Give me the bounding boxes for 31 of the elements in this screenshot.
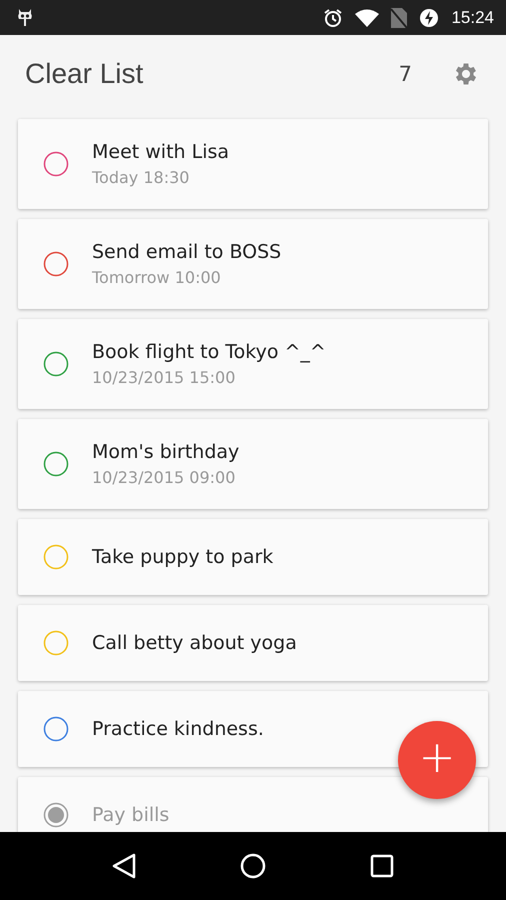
task-title: Meet with Lisa [92,141,230,163]
task-title: Call betty about yoga [92,632,297,654]
task-time: Tomorrow 10:00 [92,268,222,287]
recents-icon[interactable] [370,854,394,878]
back-icon[interactable] [112,853,136,879]
checkbox-circle-icon[interactable] [43,630,69,656]
task-title: Pay bills [92,804,170,826]
robot-icon [16,8,34,28]
checkbox-circle-icon[interactable] [43,351,69,377]
task-title: Book flight to Tokyo ^_^ [92,341,326,363]
app-title: Clear List [25,58,144,90]
task-count: 7 [398,62,412,86]
checkbox-circle-icon[interactable] [43,251,69,277]
checkbox-circle-icon[interactable] [43,544,69,570]
checkbox-circle-icon[interactable] [43,451,69,477]
task-title: Send email to BOSS [92,241,282,263]
task-title: Mom's birthday [92,441,240,463]
task-time: 10/23/2015 09:00 [92,468,236,487]
wifi-icon [355,8,380,26]
alarm-icon [323,8,344,28]
battery-charging-icon [419,8,440,28]
home-icon[interactable] [240,853,266,879]
task-time: Today 18:30 [92,168,190,187]
no-sim-icon [391,8,408,28]
checkbox-circle-icon[interactable] [43,151,69,177]
checkbox-circle-icon[interactable] [43,716,69,742]
task-title: Take puppy to park [92,546,274,568]
checked-circle-icon[interactable] [43,802,69,828]
clock-time: 15:24 [451,8,494,28]
task-time: 10/23/2015 15:00 [92,368,236,387]
task-title: Practice kindness. [92,718,264,740]
